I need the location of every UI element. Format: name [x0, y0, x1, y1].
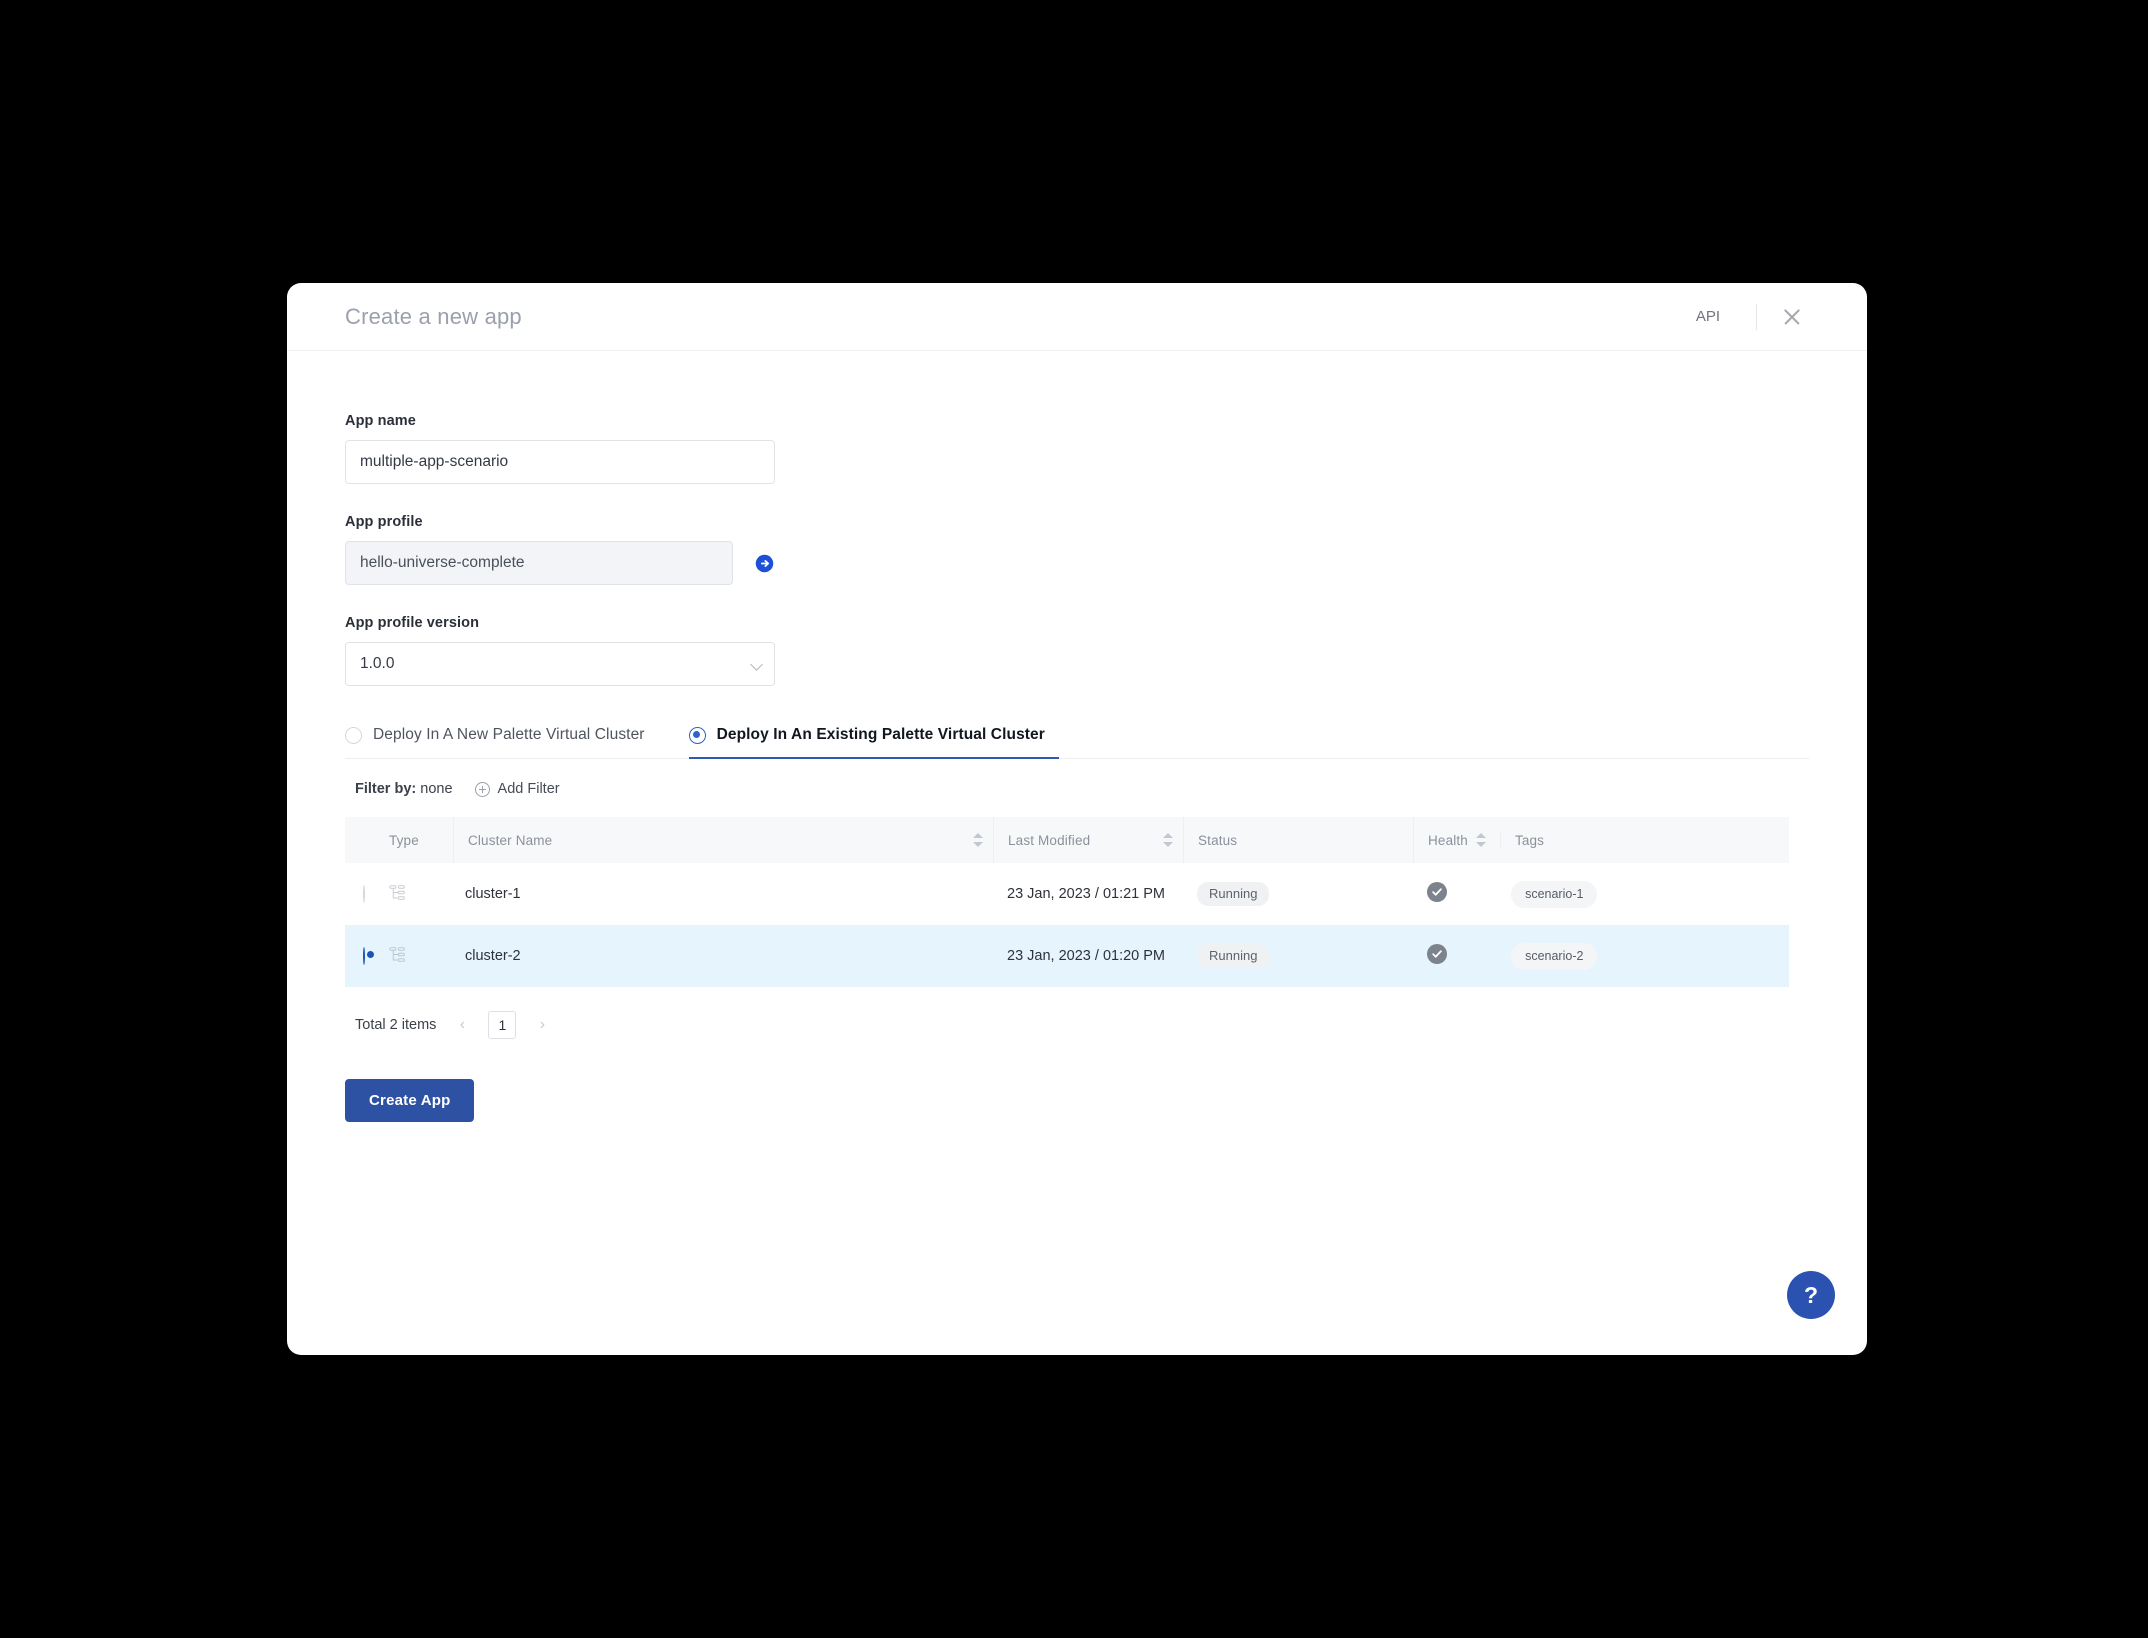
- row-radio-cluster-2[interactable]: [363, 947, 365, 965]
- row-health-tags-cell: scenario-1: [1413, 863, 1789, 925]
- header-divider: [1756, 304, 1757, 330]
- app-name-input[interactable]: [345, 440, 775, 484]
- filter-by-label: Filter by:: [355, 781, 416, 797]
- th-last-modified[interactable]: Last Modified: [993, 817, 1183, 863]
- table-row[interactable]: cluster-1 23 Jan, 2023 / 01:21 PM Runnin…: [345, 863, 1789, 925]
- radio-deploy-new-cluster[interactable]: [345, 727, 362, 744]
- chevron-left-icon[interactable]: ‹: [450, 1013, 474, 1037]
- row-type-cell: [389, 863, 453, 925]
- app-name-field-group: App name: [345, 413, 1809, 484]
- radio-deploy-existing-cluster[interactable]: [689, 727, 706, 744]
- chevron-right-icon[interactable]: ›: [530, 1013, 554, 1037]
- tab-deploy-new-cluster-label: Deploy In A New Palette Virtual Cluster: [373, 726, 645, 744]
- page-number-1[interactable]: 1: [488, 1011, 516, 1039]
- sort-health-icon[interactable]: [1476, 831, 1486, 849]
- th-type: Type: [389, 817, 453, 863]
- th-select: [345, 817, 389, 863]
- modal-body: App name App profile hello-universe-comp…: [287, 351, 1867, 1122]
- th-health-label: Health: [1428, 833, 1468, 848]
- row-health-tags-cell: scenario-2: [1413, 925, 1789, 987]
- check-circle-icon: [1427, 944, 1447, 964]
- row-last-modified: 23 Jan, 2023 / 01:20 PM: [993, 925, 1183, 987]
- add-filter-label: Add Filter: [498, 781, 560, 797]
- status-badge: Running: [1197, 882, 1269, 906]
- row-type-cell: [389, 925, 453, 987]
- status-badge: Running: [1197, 944, 1269, 968]
- add-filter-button[interactable]: Add Filter: [475, 781, 560, 797]
- th-status: Status: [1183, 817, 1413, 863]
- app-profile-value[interactable]: hello-universe-complete: [345, 541, 733, 585]
- th-cluster-name[interactable]: Cluster Name: [453, 817, 993, 863]
- table-row[interactable]: cluster-2 23 Jan, 2023 / 01:20 PM Runnin…: [345, 925, 1789, 987]
- filter-bar: Filter by: none Add Filter: [345, 759, 1809, 817]
- tab-deploy-existing-cluster[interactable]: Deploy In An Existing Palette Virtual Cl…: [689, 726, 1053, 758]
- table-body: cluster-1 23 Jan, 2023 / 01:21 PM Runnin…: [345, 863, 1789, 987]
- row-cluster-name: cluster-2: [453, 925, 993, 987]
- cluster-icon: [389, 951, 406, 967]
- pagination-total: Total 2 items: [355, 1017, 436, 1033]
- table-header-row: Type Cluster Name Last Modified: [345, 817, 1789, 863]
- filter-by-value: none: [420, 781, 452, 797]
- create-app-modal: Create a new app API App name App profil…: [287, 283, 1867, 1355]
- app-profile-version-field-group: App profile version 1.0.0: [345, 615, 1809, 686]
- filter-by: Filter by: none: [355, 781, 453, 797]
- th-last-modified-label: Last Modified: [1008, 833, 1090, 848]
- create-app-button[interactable]: Create App: [345, 1079, 474, 1122]
- arrow-right-circle-icon[interactable]: [743, 541, 785, 585]
- deploy-target-tabs: Deploy In A New Palette Virtual Cluster …: [345, 726, 1809, 759]
- header-actions: API: [1678, 300, 1809, 334]
- close-icon[interactable]: [1775, 300, 1809, 334]
- th-health-tags: Health Tags: [1413, 817, 1789, 863]
- row-status-cell: Running: [1183, 925, 1413, 987]
- modal-header: Create a new app API: [287, 283, 1867, 351]
- cluster-icon: [389, 889, 406, 905]
- row-select-cell[interactable]: [345, 863, 389, 925]
- sort-last-modified-icon[interactable]: [1163, 831, 1173, 849]
- row-status-cell: Running: [1183, 863, 1413, 925]
- th-status-label: Status: [1198, 833, 1237, 848]
- th-tags-label: Tags: [1515, 833, 1544, 848]
- app-profile-field-group: App profile hello-universe-complete: [345, 514, 1809, 585]
- tag-badge: scenario-2: [1511, 943, 1597, 970]
- tab-deploy-existing-cluster-label: Deploy In An Existing Palette Virtual Cl…: [717, 726, 1045, 744]
- table-header: Type Cluster Name Last Modified: [345, 817, 1789, 863]
- plus-circle-icon: [475, 782, 490, 797]
- app-profile-label: App profile: [345, 514, 1809, 530]
- row-cluster-name: cluster-1: [453, 863, 993, 925]
- app-profile-version-label: App profile version: [345, 615, 1809, 631]
- app-name-label: App name: [345, 413, 1809, 429]
- check-circle-icon: [1427, 882, 1447, 902]
- row-select-cell[interactable]: [345, 925, 389, 987]
- header-cell-divider: [1500, 831, 1501, 849]
- screen-background: Create a new app API App name App profil…: [0, 0, 2148, 1638]
- th-cluster-name-label: Cluster Name: [468, 833, 552, 848]
- row-radio-cluster-1[interactable]: [363, 885, 365, 903]
- help-button[interactable]: ?: [1787, 1271, 1835, 1319]
- tag-badge: scenario-1: [1511, 881, 1597, 908]
- page-title: Create a new app: [345, 304, 522, 330]
- th-type-label: Type: [389, 833, 419, 848]
- tab-deploy-new-cluster[interactable]: Deploy In A New Palette Virtual Cluster: [345, 726, 653, 758]
- pagination: Total 2 items ‹ 1 ›: [345, 987, 1809, 1039]
- app-profile-row: hello-universe-complete: [345, 541, 1809, 585]
- app-profile-version-select-wrap: 1.0.0: [345, 642, 775, 686]
- clusters-table: Type Cluster Name Last Modified: [345, 817, 1789, 987]
- api-link[interactable]: API: [1678, 300, 1738, 333]
- app-profile-version-select[interactable]: 1.0.0: [345, 642, 775, 686]
- row-last-modified: 23 Jan, 2023 / 01:21 PM: [993, 863, 1183, 925]
- sort-cluster-name-icon[interactable]: [973, 831, 983, 849]
